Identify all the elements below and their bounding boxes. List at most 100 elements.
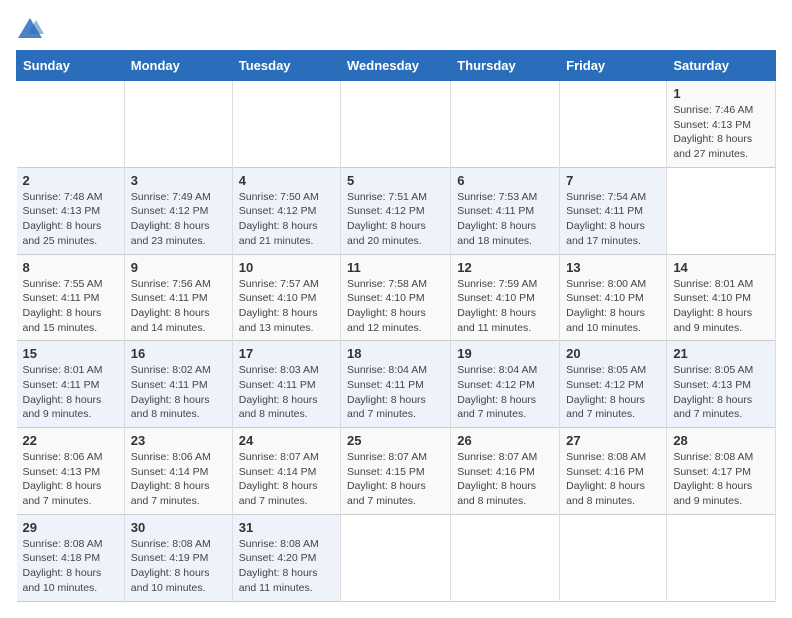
day-number: 8 [23, 260, 118, 275]
day-number: 28 [673, 433, 769, 448]
table-cell-w2-d3: 4 Sunrise: 7:50 AMSunset: 4:12 PMDaylight… [232, 167, 340, 254]
table-cell-w1-d3 [232, 81, 340, 168]
page-header [16, 16, 776, 40]
day-info: Sunrise: 8:07 AMSunset: 4:16 PMDaylight:… [457, 450, 553, 509]
day-info: Sunrise: 8:01 AMSunset: 4:11 PMDaylight:… [23, 363, 118, 422]
table-cell-w3-d7: 14 Sunrise: 8:01 AMSunset: 4:10 PMDayligh… [667, 254, 776, 341]
day-info: Sunrise: 7:57 AMSunset: 4:10 PMDaylight:… [239, 277, 334, 336]
day-info: Sunrise: 8:06 AMSunset: 4:14 PMDaylight:… [131, 450, 226, 509]
day-number: 7 [566, 173, 660, 188]
calendar-header-row: Sunday Monday Tuesday Wednesday Thursday… [17, 51, 776, 81]
logo-icon [16, 16, 44, 40]
day-number: 27 [566, 433, 660, 448]
table-cell-w2-d5: 6Sunrise: 7:53 AMSunset: 4:11 PMDaylight… [451, 167, 560, 254]
day-info: Sunrise: 7:59 AMSunset: 4:10 PMDaylight:… [457, 277, 553, 336]
table-cell-w5-d6: 27 Sunrise: 8:08 AMSunset: 4:16 PMDayligh… [560, 428, 667, 515]
day-info: Sunrise: 8:08 AMSunset: 4:18 PMDaylight:… [23, 537, 118, 596]
day-number: 21 [673, 346, 769, 361]
day-number: 17 [239, 346, 334, 361]
day-number: 15 [23, 346, 118, 361]
day-info: Sunrise: 8:08 AMSunset: 4:17 PMDaylight:… [673, 450, 769, 509]
table-cell-w3-d3: 10 Sunrise: 7:57 AMSunset: 4:10 PMDayligh… [232, 254, 340, 341]
day-number: 9 [131, 260, 226, 275]
day-number: 23 [131, 433, 226, 448]
col-monday: Monday [124, 51, 232, 81]
table-cell-w6-d2: 30Sunrise: 8:08 AMSunset: 4:19 PMDayligh… [124, 514, 232, 601]
day-info: Sunrise: 7:56 AMSunset: 4:11 PMDaylight:… [131, 277, 226, 336]
col-thursday: Thursday [451, 51, 560, 81]
day-number: 22 [23, 433, 118, 448]
day-info: Sunrise: 8:05 AMSunset: 4:13 PMDaylight:… [673, 363, 769, 422]
day-number: 6 [457, 173, 553, 188]
day-info: Sunrise: 7:54 AMSunset: 4:11 PMDaylight:… [566, 190, 660, 249]
col-sunday: Sunday [17, 51, 125, 81]
day-info: Sunrise: 8:03 AMSunset: 4:11 PMDaylight:… [239, 363, 334, 422]
table-cell-w6-d5 [451, 514, 560, 601]
day-info: Sunrise: 8:02 AMSunset: 4:11 PMDaylight:… [131, 363, 226, 422]
table-cell-w3-d5: 12 Sunrise: 7:59 AMSunset: 4:10 PMDayligh… [451, 254, 560, 341]
day-info: Sunrise: 7:55 AMSunset: 4:11 PMDaylight:… [23, 277, 118, 336]
col-friday: Friday [560, 51, 667, 81]
table-cell-w5-d2: 23 Sunrise: 8:06 AMSunset: 4:14 PMDayligh… [124, 428, 232, 515]
table-cell-w6-d3: 31 Sunrise: 8:08 AMSunset: 4:20 PMDayligh… [232, 514, 340, 601]
day-number: 5 [347, 173, 444, 188]
day-info: Sunrise: 8:04 AMSunset: 4:11 PMDaylight:… [347, 363, 444, 422]
day-number: 18 [347, 346, 444, 361]
table-cell-w1-d1 [17, 81, 125, 168]
table-cell-w3-d2: 9 Sunrise: 7:56 AMSunset: 4:11 PMDaylight… [124, 254, 232, 341]
week-row-2: 2Sunrise: 7:48 AMSunset: 4:13 PMDaylight… [17, 167, 776, 254]
day-info: Sunrise: 7:49 AMSunset: 4:12 PMDaylight:… [131, 190, 226, 249]
day-number: 10 [239, 260, 334, 275]
day-number: 4 [239, 173, 334, 188]
table-cell-w1-d5 [451, 81, 560, 168]
day-info: Sunrise: 8:06 AMSunset: 4:13 PMDaylight:… [23, 450, 118, 509]
table-cell-w2-d1: 2Sunrise: 7:48 AMSunset: 4:13 PMDaylight… [17, 167, 125, 254]
day-info: Sunrise: 8:08 AMSunset: 4:16 PMDaylight:… [566, 450, 660, 509]
week-row-1: 1Sunrise: 7:46 AMSunset: 4:13 PMDaylight… [17, 81, 776, 168]
table-cell-w4-d6: 20 Sunrise: 8:05 AMSunset: 4:12 PMDayligh… [560, 341, 667, 428]
table-cell-w1-d7: 1Sunrise: 7:46 AMSunset: 4:13 PMDaylight… [667, 81, 776, 168]
table-cell-w5-d4: 25Sunrise: 8:07 AMSunset: 4:15 PMDayligh… [341, 428, 451, 515]
day-info: Sunrise: 8:08 AMSunset: 4:20 PMDaylight:… [239, 537, 334, 596]
table-cell-w4-d5: 19 Sunrise: 8:04 AMSunset: 4:12 PMDayligh… [451, 341, 560, 428]
table-cell-w6-d4 [341, 514, 451, 601]
day-number: 19 [457, 346, 553, 361]
table-cell-w4-d2: 16Sunrise: 8:02 AMSunset: 4:11 PMDayligh… [124, 341, 232, 428]
col-saturday: Saturday [667, 51, 776, 81]
day-info: Sunrise: 8:04 AMSunset: 4:12 PMDaylight:… [457, 363, 553, 422]
table-cell-w4-d4: 18 Sunrise: 8:04 AMSunset: 4:11 PMDayligh… [341, 341, 451, 428]
week-row-4: 15 Sunrise: 8:01 AMSunset: 4:11 PMDayligh… [17, 341, 776, 428]
day-number: 2 [23, 173, 118, 188]
day-info: Sunrise: 7:51 AMSunset: 4:12 PMDaylight:… [347, 190, 444, 249]
table-cell-w5-d3: 24Sunrise: 8:07 AMSunset: 4:14 PMDayligh… [232, 428, 340, 515]
day-number: 14 [673, 260, 769, 275]
table-cell-w1-d2 [124, 81, 232, 168]
table-cell-w6-d1: 29 Sunrise: 8:08 AMSunset: 4:18 PMDayligh… [17, 514, 125, 601]
day-info: Sunrise: 8:01 AMSunset: 4:10 PMDaylight:… [673, 277, 769, 336]
table-cell-w2-d2: 3 Sunrise: 7:49 AMSunset: 4:12 PMDaylight… [124, 167, 232, 254]
table-cell-w2-d4: 5 Sunrise: 7:51 AMSunset: 4:12 PMDaylight… [341, 167, 451, 254]
week-row-5: 22 Sunrise: 8:06 AMSunset: 4:13 PMDayligh… [17, 428, 776, 515]
day-number: 26 [457, 433, 553, 448]
day-number: 12 [457, 260, 553, 275]
col-tuesday: Tuesday [232, 51, 340, 81]
col-wednesday: Wednesday [341, 51, 451, 81]
day-number: 31 [239, 520, 334, 535]
logo [16, 16, 46, 40]
table-cell-w1-d6 [560, 81, 667, 168]
day-info: Sunrise: 7:50 AMSunset: 4:12 PMDaylight:… [239, 190, 334, 249]
day-info: Sunrise: 8:07 AMSunset: 4:14 PMDaylight:… [239, 450, 334, 509]
day-info: Sunrise: 8:05 AMSunset: 4:12 PMDaylight:… [566, 363, 660, 422]
table-cell-w4-d7: 21 Sunrise: 8:05 AMSunset: 4:13 PMDayligh… [667, 341, 776, 428]
week-row-3: 8 Sunrise: 7:55 AMSunset: 4:11 PMDaylight… [17, 254, 776, 341]
day-number: 20 [566, 346, 660, 361]
day-number: 3 [131, 173, 226, 188]
day-number: 13 [566, 260, 660, 275]
table-cell-w4-d3: 17 Sunrise: 8:03 AMSunset: 4:11 PMDayligh… [232, 341, 340, 428]
table-cell-w5-d1: 22 Sunrise: 8:06 AMSunset: 4:13 PMDayligh… [17, 428, 125, 515]
day-number: 29 [23, 520, 118, 535]
day-info: Sunrise: 8:00 AMSunset: 4:10 PMDaylight:… [566, 277, 660, 336]
day-info: Sunrise: 7:58 AMSunset: 4:10 PMDaylight:… [347, 277, 444, 336]
day-info: Sunrise: 7:46 AMSunset: 4:13 PMDaylight:… [673, 103, 769, 162]
table-cell-w2-d6: 7 Sunrise: 7:54 AMSunset: 4:11 PMDaylight… [560, 167, 667, 254]
